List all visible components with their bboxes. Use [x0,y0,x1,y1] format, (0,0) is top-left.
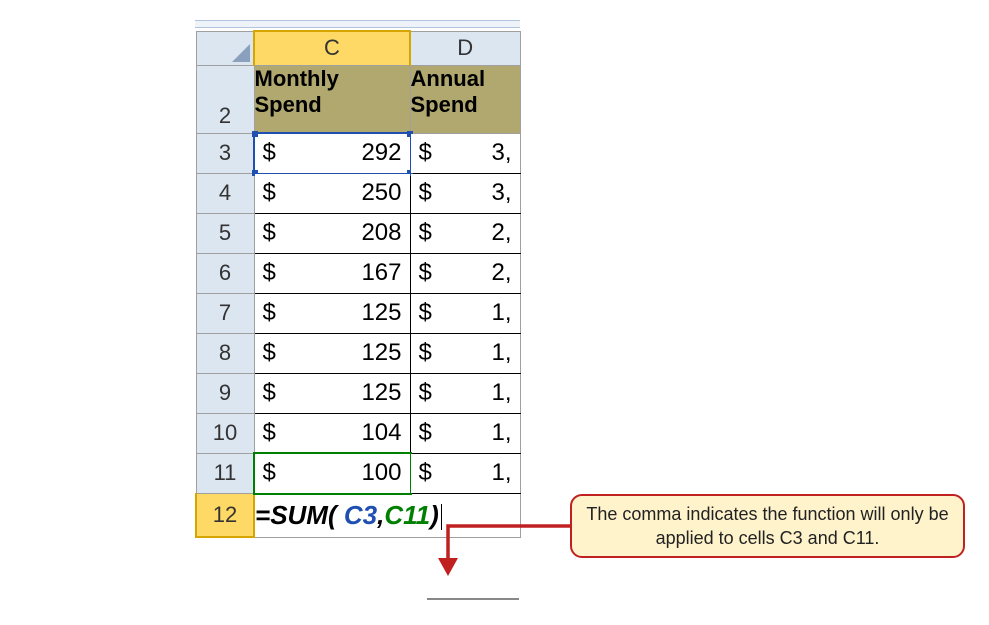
dollar-sign: $ [263,139,276,167]
dollar-sign: $ [419,339,432,367]
cell-c10[interactable]: $104 [254,413,410,453]
cell-value: 3, [491,139,511,167]
cell-d7[interactable]: $1, [410,293,520,333]
cell-value: 1, [491,299,511,327]
cell-d9[interactable]: $1, [410,373,520,413]
cell-c9[interactable]: $125 [254,373,410,413]
cell-d4[interactable]: $3, [410,173,520,213]
cell-value: 3, [491,179,511,207]
cell-c8[interactable]: $125 [254,333,410,373]
dollar-sign: $ [263,219,276,247]
dollar-sign: $ [419,379,432,407]
row-header-4[interactable]: 4 [196,173,254,213]
dollar-sign: $ [419,219,432,247]
row-header-8[interactable]: 8 [196,333,254,373]
column-header-d[interactable]: D [410,31,520,65]
cell-value: 1, [491,419,511,447]
annotation-callout: The comma indicates the function will on… [570,494,965,558]
cell-value: 2, [491,259,511,287]
cell-d8[interactable]: $1, [410,333,520,373]
sheet-top-border [195,20,520,28]
dollar-sign: $ [419,139,432,167]
select-all-corner[interactable] [196,31,254,65]
dollar-sign: $ [419,299,432,327]
row-header-12[interactable]: 12 [196,493,254,537]
dollar-sign: $ [263,419,276,447]
formula-func-name: SUM [270,500,328,530]
dollar-sign: $ [419,419,432,447]
dollar-sign: $ [263,379,276,407]
column-header-c[interactable]: C [254,31,410,65]
cell-value: 250 [361,179,401,207]
cell-d3[interactable]: $3, [410,133,520,173]
row-header-10[interactable]: 10 [196,413,254,453]
row-header-2[interactable]: 2 [196,65,254,133]
cell-value: 167 [361,259,401,287]
cell-value: 2, [491,219,511,247]
cell-c3[interactable]: $292 [254,133,410,173]
cell-value: 125 [361,299,401,327]
cell-value: 100 [361,459,401,487]
formula-ref-c11: C11 [384,500,430,530]
row-header-9[interactable]: 9 [196,373,254,413]
row-header-11[interactable]: 11 [196,453,254,493]
dollar-sign: $ [419,259,432,287]
cell-d6[interactable]: $2, [410,253,520,293]
cell-value: 125 [361,339,401,367]
cell-value: 1, [491,459,511,487]
dollar-sign: $ [263,339,276,367]
cell-value: 104 [361,419,401,447]
formula-close-paren: ) [430,500,439,530]
formula-open-paren: ( [328,500,344,530]
row-header-5[interactable]: 5 [196,213,254,253]
dollar-sign: $ [263,179,276,207]
header-c-line1: Monthly [255,66,339,91]
cell-value: 1, [491,339,511,367]
dollar-sign: $ [263,299,276,327]
cell-d5[interactable]: $2, [410,213,520,253]
cell-value: 125 [361,379,401,407]
cell-value: 1, [491,379,511,407]
header-d-line2: Spend [411,92,478,117]
spreadsheet-grid[interactable]: C D 2 MonthlySpend AnnualSpend 3 $292 $3… [195,30,521,538]
dollar-sign: $ [263,459,276,487]
cell-c5[interactable]: $208 [254,213,410,253]
cell-c11[interactable]: $100 [254,453,410,493]
header-d-line1: Annual [411,66,486,91]
dollar-sign: $ [419,179,432,207]
formula-equals: = [255,500,270,530]
header-c-line2: Spend [255,92,322,117]
dollar-sign: $ [419,459,432,487]
cell-c4[interactable]: $250 [254,173,410,213]
row-header-3[interactable]: 3 [196,133,254,173]
cell-value: 208 [361,219,401,247]
cell-d11[interactable]: $1, [410,453,520,493]
row-header-7[interactable]: 7 [196,293,254,333]
row-header-6[interactable]: 6 [196,253,254,293]
callout-text: The comma indicates the function will on… [582,502,953,551]
cell-value: 292 [361,139,401,167]
cell-c12-formula[interactable]: =SUM( C3,C11) [254,493,520,537]
dollar-sign: $ [263,259,276,287]
cell-c2-header[interactable]: MonthlySpend [254,65,410,133]
cell-c6[interactable]: $167 [254,253,410,293]
text-cursor [441,504,442,530]
cell-d10[interactable]: $1, [410,413,520,453]
cell-c7[interactable]: $125 [254,293,410,333]
formula-ref-c3: C3 [344,500,377,530]
cell-d2-header[interactable]: AnnualSpend [410,65,520,133]
formula-edit-underline [427,598,519,600]
